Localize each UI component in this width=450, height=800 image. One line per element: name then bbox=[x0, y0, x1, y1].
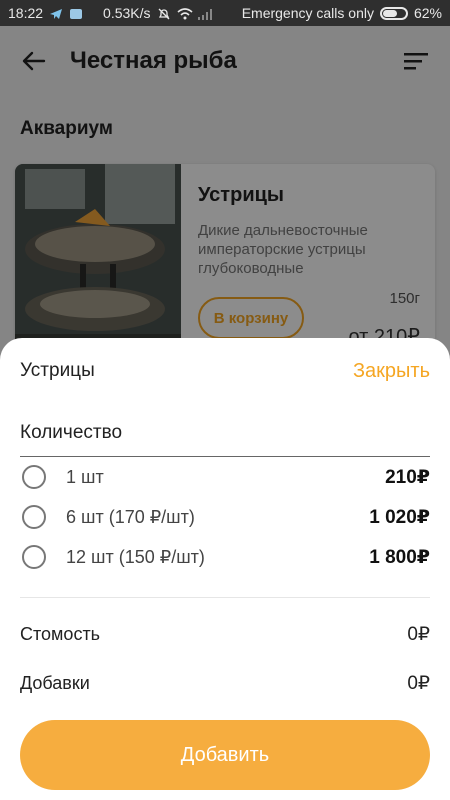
option-price: 1 020₽ bbox=[369, 506, 430, 528]
network-speed: 0.53K/s bbox=[103, 5, 151, 21]
telegram-icon bbox=[49, 7, 63, 19]
battery-percent: 62% bbox=[413, 5, 442, 21]
addons-row: Добавки 0₽ bbox=[20, 668, 430, 698]
sheet-header: Устрицы Закрыть bbox=[20, 356, 430, 386]
quantity-option-6[interactable]: 6 шт (170 ₽/шт) 1 020₽ bbox=[20, 497, 430, 537]
battery-icon bbox=[379, 6, 408, 20]
cost-value: 0₽ bbox=[407, 623, 430, 645]
option-label: 6 шт (170 ₽/шт) bbox=[66, 506, 195, 527]
signal-icon bbox=[197, 7, 212, 20]
status-bar: 18:22 0.53K/s Emergency calls only 62% bbox=[0, 0, 450, 26]
radio-unchecked-icon[interactable] bbox=[22, 505, 46, 529]
radio-unchecked-icon[interactable] bbox=[22, 465, 46, 489]
option-price: 1 800₽ bbox=[369, 546, 430, 568]
quantity-option-1[interactable]: 1 шт 210₽ bbox=[20, 457, 430, 497]
addons-label: Добавки bbox=[20, 672, 90, 693]
bottom-sheet: Устрицы Закрыть Количество 1 шт 210₽ 6 ш… bbox=[0, 338, 450, 800]
add-button[interactable]: Добавить bbox=[20, 720, 430, 790]
cost-label: Стомость bbox=[20, 623, 101, 644]
wifi-icon bbox=[177, 7, 193, 20]
battery-fill bbox=[382, 9, 397, 17]
quantity-label: Количество bbox=[20, 422, 123, 443]
addons-value: 0₽ bbox=[407, 672, 430, 694]
option-price: 210₽ bbox=[385, 466, 430, 488]
cost-row: Стомость 0₽ bbox=[20, 619, 430, 649]
option-label: 12 шт (150 ₽/шт) bbox=[66, 546, 205, 567]
radio-unchecked-icon[interactable] bbox=[22, 545, 46, 569]
message-icon bbox=[69, 7, 83, 19]
summary-divider bbox=[20, 597, 430, 598]
carrier-text: Emergency calls only bbox=[241, 5, 374, 21]
sheet-title: Устрицы bbox=[20, 360, 95, 381]
close-button[interactable]: Закрыть bbox=[353, 360, 430, 383]
mute-bell-icon bbox=[157, 7, 171, 20]
status-time: 18:22 bbox=[8, 5, 44, 21]
option-label: 1 шт bbox=[66, 466, 104, 487]
quantity-option-12[interactable]: 12 шт (150 ₽/шт) 1 800₽ bbox=[20, 537, 430, 577]
